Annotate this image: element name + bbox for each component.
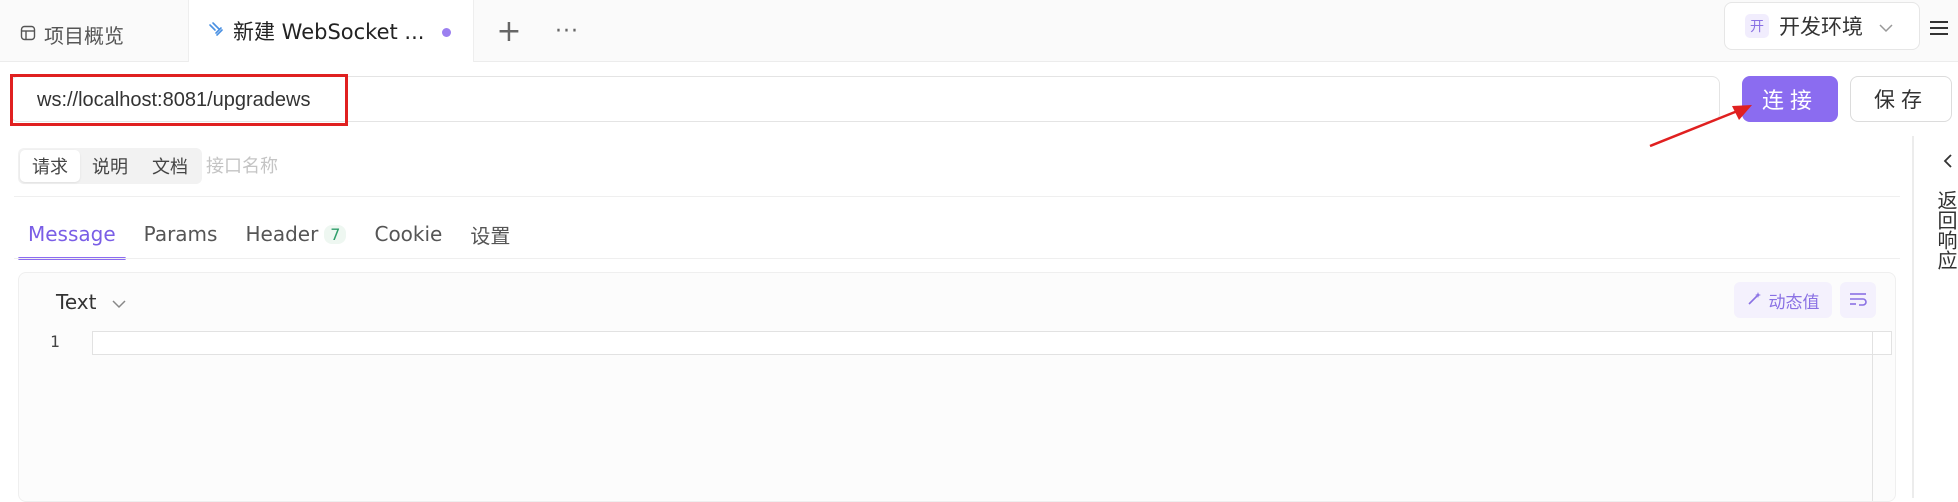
more-tabs-button[interactable]: ··· — [550, 14, 584, 48]
tab-params[interactable]: Params — [134, 210, 228, 258]
editor-scroll-edge — [1872, 331, 1873, 501]
plus-icon: + — [496, 13, 522, 49]
tab-project-overview[interactable]: 项目概览 — [20, 14, 124, 54]
response-panel-label: 返回响应 — [1934, 190, 1958, 270]
ellipsis-icon: ··· — [555, 18, 579, 44]
tab-label: 新建 WebSocket ... — [233, 20, 425, 44]
tab-docs[interactable]: 文档 — [140, 150, 200, 182]
tab-description[interactable]: 说明 — [80, 150, 140, 182]
word-wrap-icon — [1849, 291, 1867, 310]
tab-label: Message — [28, 222, 116, 246]
request-tabs: Message Params Header 7 Cookie 设置 — [18, 210, 528, 260]
tab-new-websocket[interactable]: 新建 WebSocket ... — [188, 0, 474, 62]
tab-request[interactable]: 请求 — [20, 150, 80, 182]
tab-header[interactable]: Header 7 — [235, 210, 356, 258]
tab-label: Params — [143, 222, 218, 246]
line-number: 1 — [50, 332, 60, 351]
chevron-down-icon — [112, 290, 126, 314]
tab-settings[interactable]: 设置 — [460, 210, 520, 258]
chevron-left-icon — [1943, 153, 1953, 172]
tab-cookie[interactable]: Cookie — [364, 210, 452, 258]
request-section-tabs: 请求 说明 文档 — [18, 148, 202, 184]
tab-label: 设置 — [470, 223, 511, 248]
tab-message[interactable]: Message — [18, 210, 126, 260]
message-editor-panel — [18, 272, 1896, 502]
dynamic-value-button[interactable]: 动态值 — [1734, 282, 1832, 318]
connect-label: 连接 — [1761, 89, 1818, 114]
tab-label: Cookie — [374, 222, 443, 246]
divider — [14, 196, 1900, 197]
url-highlight-box — [10, 74, 348, 126]
websocket-icon — [207, 19, 225, 43]
message-type-select[interactable]: Text — [56, 286, 126, 318]
word-wrap-button[interactable] — [1840, 282, 1876, 318]
tab-label: Header — [245, 222, 319, 246]
dynamic-value-label: 动态值 — [1768, 292, 1820, 313]
api-name-input[interactable] — [204, 150, 704, 182]
expand-response-panel-button[interactable] — [1938, 152, 1958, 172]
tab-label: 项目概览 — [44, 23, 124, 48]
divider — [14, 258, 1900, 259]
unsaved-dot — [442, 28, 451, 37]
environment-selector[interactable]: 开 开发环境 — [1724, 2, 1920, 50]
response-panel-border — [1912, 136, 1914, 498]
message-type-label: Text — [56, 290, 97, 314]
save-label: 保存 — [1874, 88, 1928, 112]
header-count-badge: 7 — [324, 224, 347, 244]
magic-wand-icon — [1747, 290, 1763, 311]
environment-badge: 开 — [1745, 14, 1769, 38]
overview-icon — [20, 22, 36, 46]
add-tab-button[interactable]: + — [492, 13, 526, 49]
annotation-arrow — [1649, 105, 1752, 148]
hamburger-menu-icon[interactable] — [1920, 6, 1958, 50]
environment-label: 开发环境 — [1779, 15, 1863, 39]
save-button[interactable]: 保存 — [1850, 76, 1952, 122]
code-editor-line[interactable] — [92, 331, 1892, 355]
chevron-down-icon — [1879, 14, 1893, 38]
